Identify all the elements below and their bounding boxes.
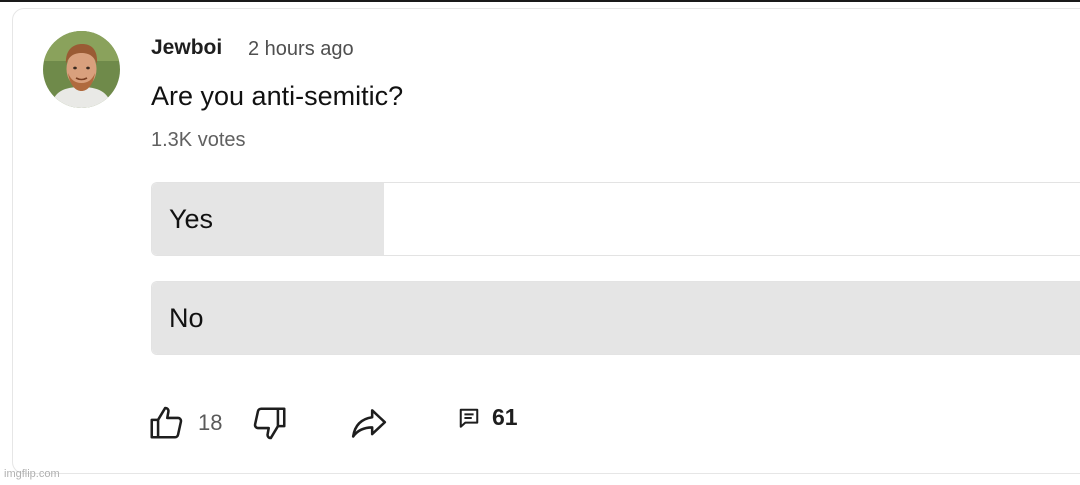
thumbs-up-icon: [150, 406, 183, 439]
poll-option-yes[interactable]: Yes: [151, 182, 1080, 256]
like-button[interactable]: 18: [147, 404, 222, 442]
poll-option-no-label: No: [169, 303, 204, 333]
poll-question: Are you anti-semitic?: [151, 81, 404, 111]
post-author[interactable]: Jewboi: [151, 35, 222, 61]
watermark: imgflip.com: [4, 468, 60, 480]
poll-option-no[interactable]: No: [151, 281, 1080, 355]
top-divider: [0, 0, 1080, 2]
share-icon: [351, 409, 387, 438]
dislike-button[interactable]: [251, 404, 289, 442]
share-button[interactable]: [349, 404, 389, 442]
user-avatar-icon: [43, 31, 120, 108]
avatar[interactable]: [43, 31, 120, 108]
page: Jewboi 2 hours ago Are you anti-semitic?…: [0, 0, 1080, 485]
vote-count: 1.3K votes: [151, 129, 246, 151]
poll-option-no-fill: [152, 282, 1080, 354]
comment-count: 61: [492, 404, 518, 430]
poll-option-yes-label: Yes: [169, 204, 214, 234]
like-count: 18: [198, 410, 223, 435]
comments-button[interactable]: 61: [458, 404, 518, 431]
comment-icon: [459, 408, 479, 428]
post-timestamp[interactable]: 2 hours ago: [248, 36, 354, 62]
thumbs-down-icon: [253, 407, 286, 440]
